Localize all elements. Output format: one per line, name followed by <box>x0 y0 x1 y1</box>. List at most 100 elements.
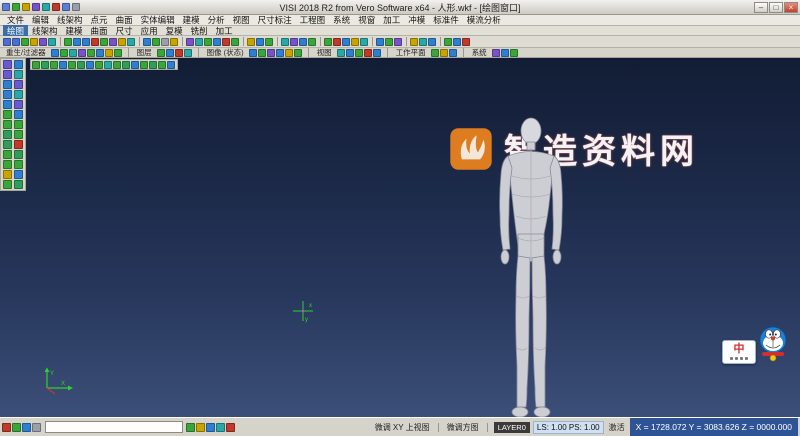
toolbar-icon[interactable] <box>256 37 264 46</box>
toolbar-icon[interactable] <box>86 48 95 57</box>
toolbar-icon[interactable] <box>2 110 12 119</box>
toolbar-icon[interactable] <box>290 37 298 46</box>
toolbar-icon[interactable] <box>13 130 23 139</box>
menu-item[interactable]: 绘图 <box>3 24 29 37</box>
toolbar-icon[interactable] <box>275 48 284 57</box>
toolbar-icon[interactable] <box>206 422 215 432</box>
group-label-regen-filter[interactable]: 重生/过滤器 <box>3 47 49 58</box>
toolbar-icon[interactable] <box>149 60 157 69</box>
menu-item[interactable]: 标准件 <box>429 14 463 26</box>
menu-item[interactable]: 视窗 <box>354 14 379 26</box>
toolbar-icon[interactable] <box>68 60 76 69</box>
ime-panel[interactable]: 中 <box>722 326 790 364</box>
menu-item[interactable]: 尺寸标注 <box>254 14 296 26</box>
toolbar-icon[interactable] <box>170 37 178 46</box>
toolbar-icon[interactable] <box>281 37 289 46</box>
group-label-image-state[interactable]: 图像 (状态) <box>204 47 247 58</box>
toolbar-icon[interactable] <box>118 37 126 46</box>
toolbar-icon[interactable] <box>64 37 72 46</box>
toolbar-icon[interactable] <box>257 48 266 57</box>
toolbar-icon[interactable] <box>462 37 470 46</box>
toolbar-icon[interactable] <box>195 37 203 46</box>
toolbar-icon[interactable] <box>2 150 12 159</box>
toolbar-icon[interactable] <box>13 60 23 69</box>
menu-item[interactable]: 铣削 <box>187 25 212 37</box>
toolbar-icon[interactable] <box>13 90 23 99</box>
toolbar-icon[interactable] <box>21 37 29 46</box>
toolbar-icon[interactable] <box>363 48 372 57</box>
toolbar-icon[interactable] <box>183 48 192 57</box>
toolbar-icon[interactable] <box>32 3 40 11</box>
toolbar-icon[interactable] <box>13 150 23 159</box>
toolbar-icon[interactable] <box>32 422 41 432</box>
scale-indicator[interactable]: LS: 1.00 PS: 1.00 <box>532 420 604 434</box>
toolbar-icon[interactable] <box>2 70 12 79</box>
human-model[interactable] <box>486 116 576 417</box>
toolbar-icon[interactable] <box>372 48 381 57</box>
menu-item[interactable]: 冲模 <box>404 14 429 26</box>
menu-item[interactable]: 建模 <box>62 25 87 37</box>
menu-item[interactable]: 复模 <box>162 25 187 37</box>
toolbar-icon[interactable] <box>2 3 10 11</box>
toolbar-icon[interactable] <box>52 3 60 11</box>
toolbar-icon[interactable] <box>266 48 275 57</box>
toolbar-icon[interactable] <box>448 48 457 57</box>
toolbar-icon[interactable] <box>32 60 40 69</box>
toolbar-icon[interactable] <box>13 110 23 119</box>
minimize-button[interactable]: – <box>754 1 768 13</box>
activate-indicator[interactable]: 激活 <box>607 422 627 433</box>
toolbar-icon[interactable] <box>91 37 99 46</box>
toolbar-icon[interactable] <box>216 422 225 432</box>
toolbar-icon[interactable] <box>342 37 350 46</box>
view-mode-indicator[interactable]: 微调方图 <box>445 422 481 433</box>
toolbar-icon[interactable] <box>360 37 368 46</box>
toolbar-icon[interactable] <box>2 160 12 169</box>
viewport-3d[interactable]: 智造资料网 x y X Y 中 <box>0 58 800 417</box>
toolbar-icon[interactable] <box>95 48 104 57</box>
toolbar-icon[interactable] <box>13 120 23 129</box>
toolbar-icon[interactable] <box>2 80 12 89</box>
toolbar-icon[interactable] <box>354 48 363 57</box>
toolbar-icon[interactable] <box>50 48 59 57</box>
menu-item[interactable]: 模流分析 <box>463 14 505 26</box>
toolbar-icon[interactable] <box>131 60 139 69</box>
toolbar-icon[interactable] <box>12 3 20 11</box>
toolbar-icon[interactable] <box>100 37 108 46</box>
menu-item[interactable]: 线架构 <box>28 25 62 37</box>
toolbar-icon[interactable] <box>2 422 11 432</box>
toolbar-icon[interactable] <box>13 160 23 169</box>
toolbar-icon[interactable] <box>2 120 12 129</box>
menu-item[interactable]: 工程图 <box>296 14 330 26</box>
toolbar-icon[interactable] <box>2 180 12 189</box>
toolbar-icon[interactable] <box>59 48 68 57</box>
toolbar-icon[interactable] <box>82 37 90 46</box>
toolbar-icon[interactable] <box>62 3 70 11</box>
toolbar-icon[interactable] <box>222 37 230 46</box>
toolbar-icon[interactable] <box>174 48 183 57</box>
toolbar-icon[interactable] <box>196 422 205 432</box>
toolbar-icon[interactable] <box>204 37 212 46</box>
toolbar-icon[interactable] <box>48 37 56 46</box>
toolbar-icon[interactable] <box>324 37 332 46</box>
toolbar-icon[interactable] <box>333 37 341 46</box>
toolbar-icon[interactable] <box>293 48 302 57</box>
toolbar-icon[interactable] <box>156 48 165 57</box>
toolbar-icon[interactable] <box>13 180 23 189</box>
toolbar-icon[interactable] <box>186 37 194 46</box>
toolbar-icon[interactable] <box>77 48 86 57</box>
toolbar-icon[interactable] <box>284 48 293 57</box>
menu-item[interactable]: 曲面 <box>87 25 112 37</box>
toolbar-icon[interactable] <box>167 60 175 69</box>
toolbar-icon[interactable] <box>161 37 169 46</box>
toolbar-icon[interactable] <box>430 48 439 57</box>
toolbar-icon[interactable] <box>13 80 23 89</box>
toolbar-icon[interactable] <box>3 37 11 46</box>
toolbar-icon[interactable] <box>13 170 23 179</box>
toolbar-icon[interactable] <box>351 37 359 46</box>
group-label-layers[interactable]: 图层 <box>134 47 155 58</box>
toolbar-icon[interactable] <box>22 422 31 432</box>
toolbar-icon[interactable] <box>444 37 452 46</box>
toolbar-icon[interactable] <box>2 100 12 109</box>
group-label-workplane[interactable]: 工作平面 <box>393 47 429 58</box>
toolbar-icon[interactable] <box>113 60 121 69</box>
